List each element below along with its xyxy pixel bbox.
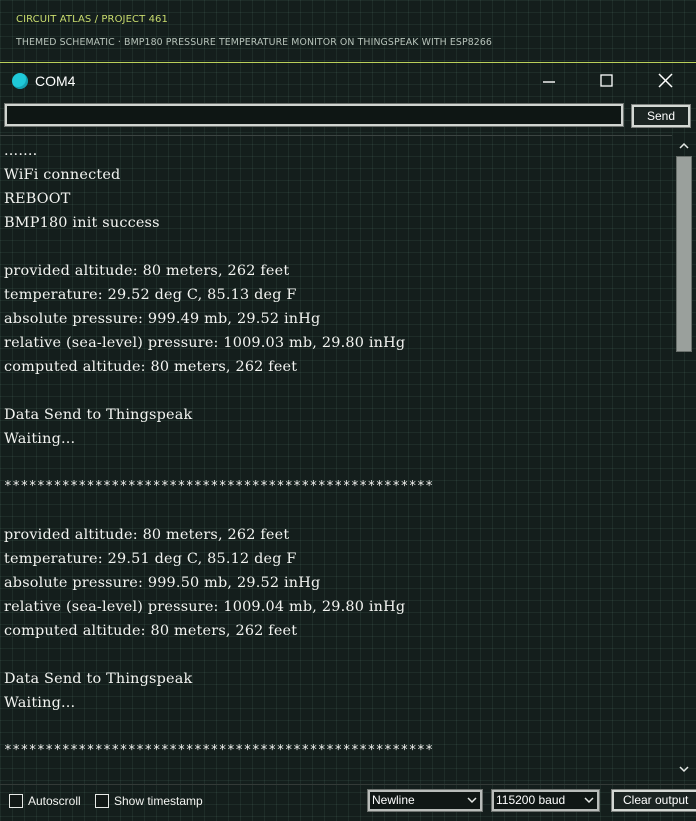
line-ending-select[interactable]: Newline	[367, 789, 483, 812]
command-row: Send	[0, 101, 696, 133]
console-line: relative (sea-level) pressure: 1009.04 m…	[4, 599, 406, 615]
checkbox-box[interactable]	[9, 794, 23, 808]
console-line: relative (sea-level) pressure: 1009.03 m…	[4, 335, 406, 351]
console-line: Data Send to Thingspeak	[4, 671, 193, 687]
serial-input[interactable]	[4, 103, 624, 127]
serial-monitor-icon	[12, 73, 28, 89]
checkbox-box[interactable]	[95, 794, 109, 808]
chevron-down-icon	[584, 797, 594, 804]
line-ending-value: Newline	[372, 793, 415, 807]
console-line: computed altitude: 80 meters, 262 feet	[4, 359, 298, 375]
breadcrumb: CIRCUIT ATLAS / PROJECT 461	[16, 14, 168, 25]
baud-rate-value: 115200 baud	[496, 793, 566, 807]
scroll-up-button[interactable]	[674, 137, 694, 155]
minimize-icon	[543, 81, 555, 83]
window-titlebar[interactable]: COM4	[0, 63, 696, 101]
maximize-icon	[600, 74, 613, 87]
console-line: ****************************************…	[4, 479, 434, 494]
chevron-down-icon	[679, 766, 689, 773]
console-line: .......	[4, 143, 38, 159]
console-line: temperature: 29.52 deg C, 85.13 deg F	[4, 287, 297, 303]
console-line: BMP180 init success	[4, 215, 160, 231]
console-line: provided altitude: 80 meters, 262 feet	[4, 263, 290, 279]
scroll-thumb[interactable]	[676, 156, 692, 352]
baud-rate-select[interactable]: 115200 baud	[491, 789, 600, 812]
console-line: Data Send to Thingspeak	[4, 407, 193, 423]
console-line: WiFi connected	[4, 167, 121, 183]
status-footer: Autoscroll Show timestamp Newline 115200…	[0, 784, 696, 821]
console-line: absolute pressure: 999.49 mb, 29.52 inHg	[4, 311, 321, 327]
send-button[interactable]: Send	[631, 104, 691, 128]
chevron-down-icon	[467, 797, 477, 804]
page-header: CIRCUIT ATLAS / PROJECT 461 THEMED SCHEM…	[0, 0, 696, 63]
window-title: COM4	[35, 73, 76, 89]
console-line: ****************************************…	[4, 743, 434, 758]
console-line: temperature: 29.51 deg C, 85.12 deg F	[4, 551, 297, 567]
console-line: Waiting...	[4, 695, 76, 711]
serial-output[interactable]: ....... WiFi connected REBOOT BMP180 init s…	[0, 135, 672, 778]
console-line: absolute pressure: 999.50 mb, 29.52 inHg	[4, 575, 321, 591]
close-button[interactable]	[644, 68, 688, 96]
console-line: provided altitude: 80 meters, 262 feet	[4, 527, 290, 543]
maximize-button[interactable]	[585, 68, 629, 96]
autoscroll-label: Autoscroll	[28, 794, 81, 808]
console-line: REBOOT	[4, 191, 71, 207]
timestamp-label: Show timestamp	[114, 794, 203, 808]
close-icon	[658, 73, 673, 88]
chevron-up-icon	[679, 142, 689, 149]
console-line: Waiting...	[4, 431, 76, 447]
clear-output-button[interactable]: Clear output	[611, 789, 696, 812]
scroll-down-button[interactable]	[674, 761, 694, 779]
console-line: computed altitude: 80 meters, 262 feet	[4, 623, 298, 639]
page-subtitle: THEMED SCHEMATIC · BMP180 PRESSURE TEMPE…	[16, 37, 492, 48]
vertical-scrollbar[interactable]	[674, 135, 694, 777]
minimize-button[interactable]	[527, 68, 571, 96]
